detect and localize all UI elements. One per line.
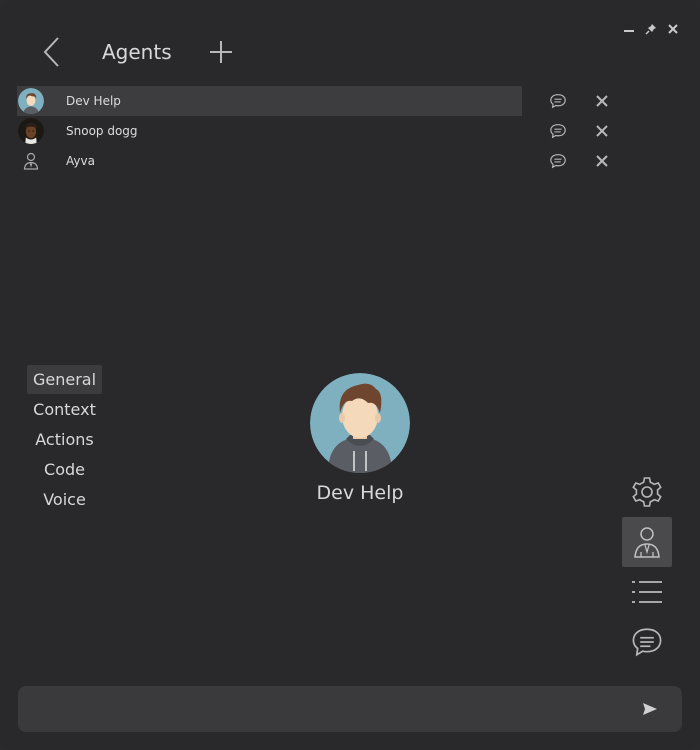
chat-icon[interactable] [539, 116, 578, 146]
remove-agent-icon[interactable] [583, 146, 622, 176]
minimize-icon[interactable] [622, 22, 636, 36]
person-outline-icon [18, 148, 44, 174]
chat-bubble-icon[interactable] [622, 617, 672, 667]
avatar [18, 88, 44, 114]
app-window: Agents Dev Help Snoop dogg Ayva General … [0, 0, 700, 750]
window-controls [622, 22, 680, 36]
agent-row[interactable]: Snoop dogg [17, 116, 622, 146]
remove-agent-icon[interactable] [583, 116, 622, 146]
agent-row[interactable]: Dev Help [17, 86, 622, 116]
agent-name: Ayva [66, 154, 95, 168]
side-nav [622, 467, 672, 667]
agent-name: Dev Help [66, 94, 121, 108]
tab-voice[interactable]: Voice [27, 485, 102, 514]
pin-icon[interactable] [644, 22, 658, 36]
agent-row[interactable]: Ayva [17, 146, 622, 176]
list-icon[interactable] [622, 567, 672, 617]
agent-name: Snoop dogg [66, 124, 138, 138]
plus-icon [209, 41, 232, 63]
message-bar [18, 686, 682, 732]
agent-select-ayva[interactable]: Ayva [17, 146, 522, 176]
tab-code[interactable]: Code [27, 455, 102, 484]
add-agent-button[interactable] [208, 39, 234, 65]
close-window-icon[interactable] [666, 22, 680, 36]
remove-agent-icon[interactable] [583, 86, 622, 116]
settings-gear-icon[interactable] [622, 467, 672, 517]
agent-person-icon[interactable] [622, 517, 672, 567]
page-title: Agents [102, 40, 172, 64]
agent-select-dev-help[interactable]: Dev Help [17, 86, 522, 116]
chat-icon[interactable] [539, 146, 578, 176]
message-input[interactable] [32, 694, 626, 726]
agent-profile: Dev Help [260, 373, 460, 504]
chevron-left-icon [43, 37, 59, 67]
chat-icon[interactable] [539, 86, 578, 116]
agent-profile-name: Dev Help [316, 482, 404, 504]
agent-list: Dev Help Snoop dogg Ayva [17, 86, 622, 176]
tab-context[interactable]: Context [27, 395, 102, 424]
agent-avatar[interactable] [310, 373, 410, 473]
tab-actions[interactable]: Actions [27, 425, 102, 454]
send-icon[interactable] [640, 699, 660, 719]
header: Agents [40, 32, 234, 72]
agent-select-snoop-dogg[interactable]: Snoop dogg [17, 116, 522, 146]
back-button[interactable] [40, 32, 66, 72]
tab-general[interactable]: General [27, 365, 102, 394]
settings-tabs: General Context Actions Code Voice [27, 365, 102, 515]
avatar [18, 118, 44, 144]
